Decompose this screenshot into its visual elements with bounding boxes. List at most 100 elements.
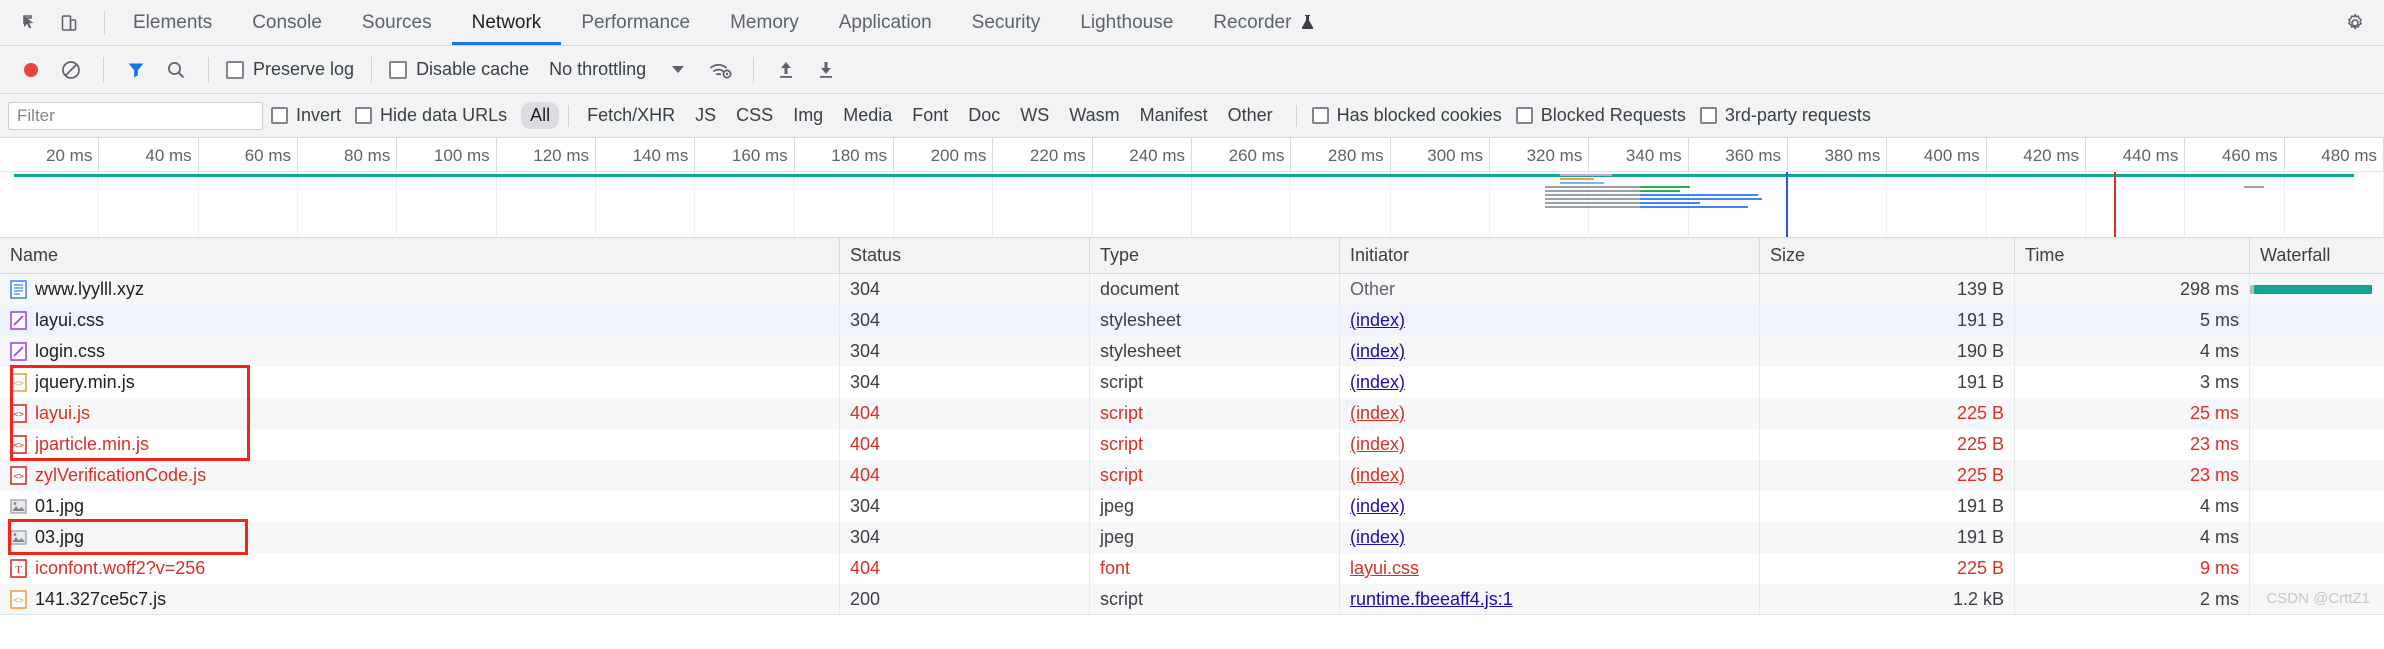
filter-pill-doc[interactable]: Doc	[959, 102, 1009, 129]
filter-input[interactable]	[8, 101, 263, 130]
initiator-link[interactable]: (index)	[1350, 496, 1405, 517]
search-icon[interactable]	[157, 51, 195, 89]
cell-name[interactable]: 01.jpg	[0, 491, 840, 522]
cell-initiator[interactable]: (index)	[1340, 429, 1760, 460]
cell-waterfall	[2250, 367, 2384, 398]
cell-initiator[interactable]: (index)	[1340, 336, 1760, 367]
column-header-time[interactable]: Time	[2015, 237, 2250, 274]
initiator-link[interactable]: (index)	[1350, 465, 1405, 486]
tab-security[interactable]: Security	[952, 0, 1061, 45]
initiator-link[interactable]: (index)	[1350, 341, 1405, 362]
initiator-link[interactable]: (index)	[1350, 403, 1405, 424]
table-row[interactable]: layui.css 304 stylesheet (index) 191 B5 ms	[0, 305, 2384, 336]
filter-pill-css[interactable]: CSS	[727, 102, 782, 129]
table-row[interactable]: Ticonfont.woff2?v=256 404 font layui.css 225…	[0, 553, 2384, 584]
filter-pill-wasm[interactable]: Wasm	[1060, 102, 1128, 129]
tab-lighthouse[interactable]: Lighthouse	[1060, 0, 1193, 45]
tab-network[interactable]: Network	[451, 0, 562, 45]
table-row[interactable]: www.lyylll.xyz 304 document Other 139 B 298 m…	[0, 274, 2384, 305]
tab-application[interactable]: Application	[819, 0, 952, 45]
clear-button[interactable]	[52, 51, 90, 89]
cell-name[interactable]: <> layui.js	[0, 398, 840, 429]
cell-initiator[interactable]: layui.css	[1340, 553, 1760, 584]
cell-name[interactable]: www.lyylll.xyz	[0, 274, 840, 305]
network-overview[interactable]: 20 ms 40 ms 60 ms 80 ms 100 ms 120 ms 140 ms 16…	[0, 138, 2384, 238]
cell-name[interactable]: <> 141.327ce5c7.js	[0, 584, 840, 615]
tab-elements[interactable]: Elements	[113, 0, 232, 45]
filter-pill-ws[interactable]: WS	[1011, 102, 1058, 129]
cell-name[interactable]: <> jparticle.min.js	[0, 429, 840, 460]
inspect-element-icon[interactable]	[14, 6, 48, 40]
cell-type: script	[1090, 584, 1340, 615]
table-row[interactable]: 03.jpg 304 jpeg (index) 191 B4 ms	[0, 522, 2384, 553]
tab-recorder[interactable]: Recorder	[1193, 0, 1335, 45]
cell-name[interactable]: layui.css	[0, 305, 840, 336]
cell-initiator[interactable]: (index)	[1340, 491, 1760, 522]
cell-initiator[interactable]: (index)	[1340, 367, 1760, 398]
filter-pill-font[interactable]: Font	[903, 102, 957, 129]
preserve-log-checkbox[interactable]: Preserve log	[222, 59, 358, 80]
initiator-link[interactable]: (index)	[1350, 310, 1405, 331]
network-conditions-icon[interactable]	[702, 51, 740, 89]
cell-name[interactable]: <> jquery.min.js	[0, 367, 840, 398]
filter-pill-js[interactable]: JS	[686, 102, 725, 129]
table-row[interactable]: 01.jpg 304 jpeg (index) 191 B4 ms	[0, 491, 2384, 522]
checkbox-box	[389, 60, 408, 79]
initiator-link[interactable]: (index)	[1350, 372, 1405, 393]
cell-initiator[interactable]: (index)	[1340, 305, 1760, 336]
timeline-tick: 460 ms	[2185, 138, 2285, 171]
table-row[interactable]: <> zylVerificationCode.js 404 script (index)…	[0, 460, 2384, 491]
gear-icon[interactable]	[2338, 6, 2372, 40]
filter-pill-media[interactable]: Media	[834, 102, 901, 129]
filter-pill-all[interactable]: All	[521, 102, 560, 129]
third-party-requests-checkbox[interactable]: 3rd-party requests	[1699, 105, 1871, 126]
initiator-link[interactable]: (index)	[1350, 527, 1405, 548]
initiator-link[interactable]: layui.css	[1350, 558, 1419, 579]
initiator-link[interactable]: runtime.fbeeaff4.js:1	[1350, 589, 1513, 610]
column-header-waterfall[interactable]: Waterfall	[2250, 238, 2384, 274]
tab-performance[interactable]: Performance	[561, 0, 710, 45]
column-header-name[interactable]: Name	[0, 237, 840, 274]
column-header-initiator[interactable]: Initiator	[1340, 237, 1760, 274]
filter-pill-manifest[interactable]: Manifest	[1131, 102, 1217, 129]
table-row[interactable]: <> 141.327ce5c7.js 200 script runtime.fbeeaf…	[0, 584, 2384, 615]
cell-name[interactable]: 03.jpg	[0, 522, 840, 553]
cell-name[interactable]: login.css	[0, 336, 840, 367]
tab-console[interactable]: Console	[232, 0, 342, 45]
hide-data-urls-checkbox[interactable]: Hide data URLs	[355, 105, 507, 126]
blocked-requests-checkbox[interactable]: Blocked Requests	[1515, 105, 1686, 126]
device-toolbar-icon[interactable]	[52, 6, 86, 40]
table-row[interactable]: login.css 304 stylesheet (index) 190 B4 ms	[0, 336, 2384, 367]
has-blocked-cookies-checkbox[interactable]: Has blocked cookies	[1311, 105, 1502, 126]
tab-memory[interactable]: Memory	[710, 0, 819, 45]
filter-pill-fetch-xhr[interactable]: Fetch/XHR	[578, 102, 684, 129]
filter-icon[interactable]	[117, 51, 155, 89]
disable-cache-checkbox[interactable]: Disable cache	[385, 59, 533, 80]
column-header-status[interactable]: Status	[840, 237, 1090, 274]
cell-initiator[interactable]: runtime.fbeeaff4.js:1	[1340, 584, 1760, 615]
cell-initiator[interactable]: (index)	[1340, 460, 1760, 491]
cell-initiator[interactable]: (index)	[1340, 398, 1760, 429]
export-har-icon[interactable]	[807, 51, 845, 89]
invert-checkbox[interactable]: Invert	[271, 105, 341, 126]
import-har-icon[interactable]	[767, 51, 805, 89]
table-row[interactable]: <> layui.js 404 script (index) 225 B 25 ms	[0, 398, 2384, 429]
cell-time: 23 ms	[2015, 460, 2250, 491]
column-header-type[interactable]: Type	[1090, 237, 1340, 274]
filter-pill-img[interactable]: Img	[784, 102, 832, 129]
stylesheet-icon	[10, 311, 27, 330]
initiator-link[interactable]: (index)	[1350, 434, 1405, 455]
throttling-dropdown[interactable]: No throttling	[541, 59, 692, 80]
record-button[interactable]	[12, 51, 50, 89]
cell-initiator[interactable]: (index)	[1340, 522, 1760, 553]
checkbox-box	[1311, 107, 1329, 124]
tab-sources[interactable]: Sources	[342, 0, 452, 45]
cell-name[interactable]: <> zylVerificationCode.js	[0, 460, 840, 491]
timeline-tick-label: 40 ms	[145, 146, 192, 165]
table-row[interactable]: <> jparticle.min.js 404 script (index) 225 B2…	[0, 429, 2384, 460]
column-header-size[interactable]: Size	[1760, 237, 2015, 274]
filter-pill-other[interactable]: Other	[1219, 102, 1282, 129]
cell-initiator[interactable]: Other	[1340, 274, 1760, 305]
cell-name[interactable]: Ticonfont.woff2?v=256	[0, 553, 840, 584]
table-row[interactable]: <> jquery.min.js 304 script (index) 191 B3 ms	[0, 367, 2384, 398]
